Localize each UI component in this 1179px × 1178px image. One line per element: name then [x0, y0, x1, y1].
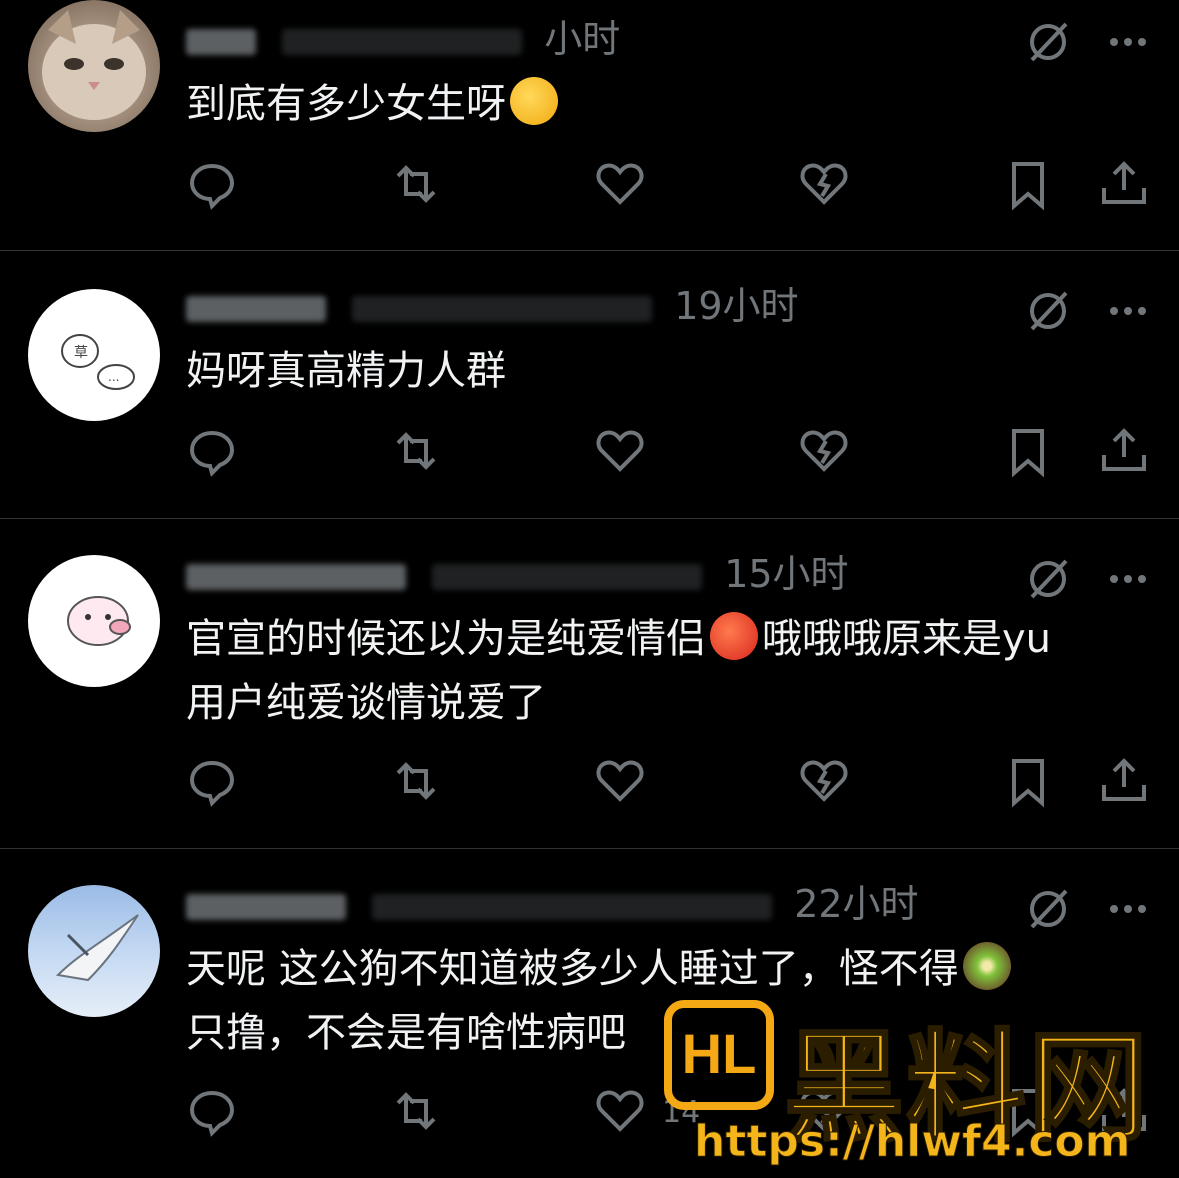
post-header: 15小时: [186, 549, 849, 599]
bookmark-icon[interactable]: [1000, 156, 1056, 212]
more-icon[interactable]: [1104, 885, 1152, 933]
handle-redacted: [432, 563, 703, 590]
like-icon[interactable]: [592, 1083, 648, 1139]
reply-icon[interactable]: [184, 156, 240, 212]
post[interactable]: 15小时 官宣的时候还以为是纯爱情侣 哦哦哦原来是yu 用户纯爱谈情说爱了: [0, 519, 1179, 849]
retweet-icon[interactable]: [388, 156, 444, 212]
svg-text:...: ...: [108, 370, 119, 384]
retweet-icon[interactable]: [388, 1083, 444, 1139]
reply-icon[interactable]: [184, 1083, 240, 1139]
post[interactable]: 小时 到底有多少女生呀: [0, 0, 1179, 251]
username-redacted: [186, 28, 256, 55]
more-icon[interactable]: [1104, 555, 1152, 603]
handle-redacted: [352, 295, 653, 322]
mute-icon[interactable]: [1024, 555, 1072, 603]
post[interactable]: 草 ... 19小时 妈呀真高精力人群: [0, 251, 1179, 519]
bookmark-icon[interactable]: [1000, 753, 1056, 809]
reply-icon[interactable]: [184, 423, 240, 479]
username-redacted: [186, 893, 346, 920]
timestamp: 22小时: [794, 882, 919, 926]
retweet-icon[interactable]: [388, 423, 444, 479]
timestamp: 小时: [544, 17, 621, 61]
avatar[interactable]: [28, 0, 160, 132]
like-icon[interactable]: [592, 156, 648, 212]
timestamp: 15小时: [724, 552, 849, 596]
post-header: 19小时: [186, 281, 799, 331]
avatar[interactable]: [28, 555, 160, 687]
share-icon[interactable]: [1096, 156, 1152, 212]
username-redacted: [186, 295, 326, 322]
avatar[interactable]: 草 ...: [28, 289, 160, 421]
mute-icon[interactable]: [1024, 18, 1072, 66]
post-header: 22小时: [186, 879, 919, 929]
action-bar: [0, 156, 1179, 216]
mute-icon[interactable]: [1024, 885, 1072, 933]
dislike-icon[interactable]: [796, 753, 852, 809]
handle-redacted: [372, 893, 773, 920]
watermark: HL 黑料网 https://hlwf4.com: [664, 990, 1164, 1170]
like-icon[interactable]: [592, 423, 648, 479]
post-header: 小时: [186, 14, 620, 64]
more-icon[interactable]: [1104, 18, 1152, 66]
post-text: 官宣的时候还以为是纯爱情侣 哦哦哦原来是yu 用户纯爱谈情说爱了: [186, 607, 1166, 735]
action-bar: [0, 423, 1179, 483]
monocle-face-emoji: [510, 77, 558, 125]
timestamp: 19小时: [674, 284, 799, 328]
watermark-url: https://hlwf4.com: [694, 1116, 1131, 1168]
more-icon[interactable]: [1104, 287, 1152, 335]
angry-face-emoji: [710, 612, 758, 660]
mute-icon[interactable]: [1024, 287, 1072, 335]
watermark-logo: HL: [664, 1000, 774, 1110]
post-text: 到底有多少女生呀: [186, 72, 562, 136]
share-icon[interactable]: [1096, 423, 1152, 479]
post-text: 妈呀真高精力人群: [186, 348, 506, 394]
dislike-icon[interactable]: [796, 156, 852, 212]
dislike-icon[interactable]: [796, 423, 852, 479]
svg-text:草: 草: [74, 345, 88, 361]
kiwi-emoji: [962, 942, 1011, 990]
avatar[interactable]: [28, 885, 160, 1017]
handle-redacted: [282, 28, 523, 55]
reply-icon[interactable]: [184, 753, 240, 809]
bookmark-icon[interactable]: [1000, 423, 1056, 479]
retweet-icon[interactable]: [388, 753, 444, 809]
action-bar: [0, 753, 1179, 813]
like-icon[interactable]: [592, 753, 648, 809]
username-redacted: [186, 563, 406, 590]
share-icon[interactable]: [1096, 753, 1152, 809]
